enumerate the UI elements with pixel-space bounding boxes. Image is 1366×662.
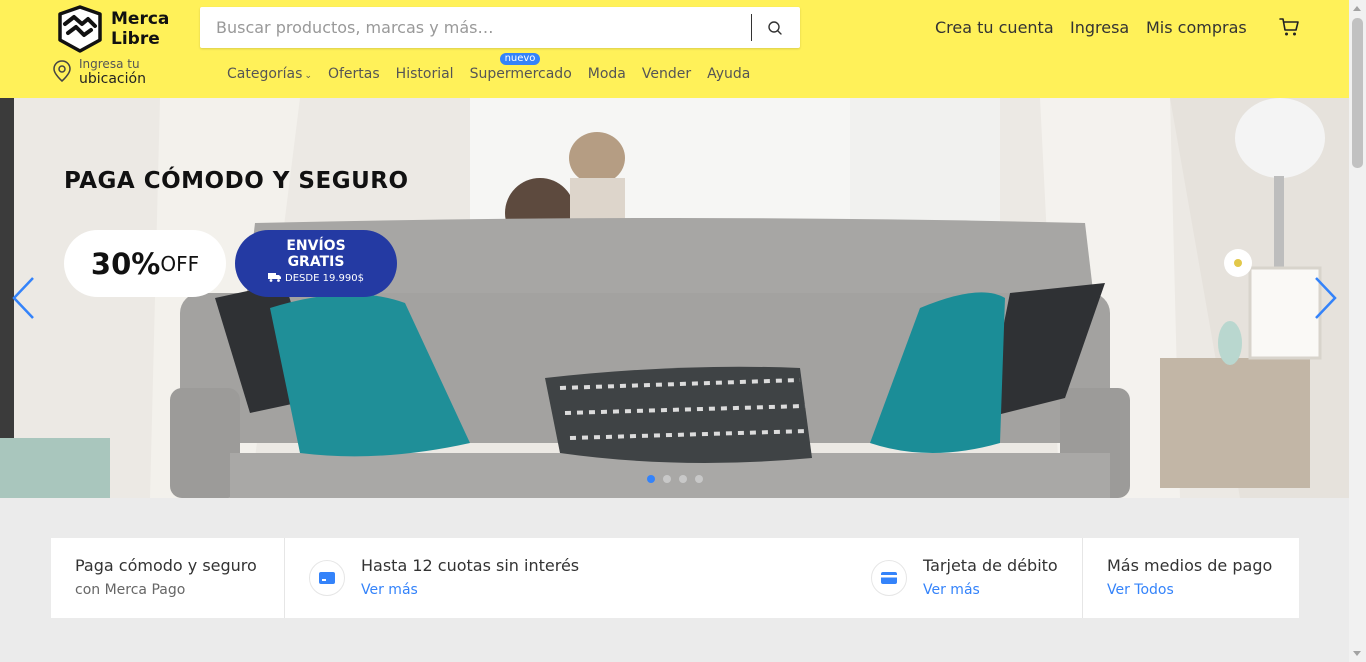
search-bar — [200, 7, 800, 48]
payment-col-more[interactable]: Más medios de pago Ver Todos — [1083, 538, 1299, 618]
chevron-left-icon — [12, 277, 34, 319]
nav-ofertas[interactable]: Ofertas — [328, 66, 380, 82]
search-button[interactable] — [760, 17, 790, 39]
chevron-right-icon — [1315, 277, 1337, 319]
debit-card-icon-wrap — [871, 560, 907, 596]
discount-label: OFF — [160, 251, 200, 276]
search-divider — [751, 14, 752, 41]
envios-sub-text: DESDE 19.990$ — [285, 273, 364, 284]
envios-sub: DESDE 19.990$ — [235, 272, 397, 286]
credit-card-icon-wrap — [309, 560, 345, 596]
location-pin-icon — [53, 60, 71, 82]
nav-moda[interactable]: Moda — [588, 66, 626, 82]
new-badge: nuevo — [499, 53, 541, 65]
carousel-next-button[interactable] — [1310, 275, 1340, 321]
logo-line2: Libre — [111, 29, 160, 49]
debit-card-icon — [881, 572, 897, 584]
payment-title-3: Tarjeta de débito — [923, 556, 1058, 575]
payment-col-merca-pago: Paga cómodo y seguro con Merca Pago — [51, 538, 285, 618]
nav-supermercado[interactable]: Supermercado nuevo — [469, 53, 572, 82]
credit-card-icon — [319, 572, 335, 584]
hero-title: PAGA CÓMODO Y SEGURO — [64, 168, 409, 194]
nav-ayuda[interactable]: Ayuda — [707, 66, 750, 82]
create-account-link[interactable]: Crea tu cuenta — [935, 18, 1054, 37]
payment-title-2: Hasta 12 cuotas sin interés — [361, 556, 580, 575]
discount-value: 30% — [90, 246, 161, 281]
carousel-dots — [647, 475, 711, 483]
truck-icon — [268, 273, 282, 282]
cart-icon[interactable] — [1278, 16, 1300, 38]
main-nav: Categorías ⌄ Ofertas Historial Supermerca… — [227, 53, 766, 82]
scroll-down-arrow-icon[interactable] — [1353, 651, 1361, 656]
location-label: ubicación — [79, 71, 146, 87]
scroll-up-arrow-icon[interactable] — [1353, 6, 1361, 11]
scroll-thumb[interactable] — [1352, 18, 1363, 168]
chevron-down-icon: ⌄ — [304, 71, 312, 81]
hero-sofa-image — [0, 98, 1349, 498]
envios-line1: ENVÍOS — [286, 238, 346, 254]
login-link[interactable]: Ingresa — [1070, 18, 1129, 37]
search-icon — [768, 21, 782, 35]
free-shipping-pill: ENVÍOS GRATIS DESDE 19.990$ — [235, 230, 397, 297]
nav-supermercado-label: Supermercado — [469, 66, 572, 82]
carousel-dot-1[interactable] — [647, 475, 655, 483]
nav-historial[interactable]: Historial — [396, 66, 454, 82]
location-selector[interactable]: Ingresa tu ubicación — [52, 57, 146, 87]
logo-line1: Merca — [111, 9, 170, 29]
location-hint: Ingresa tu — [79, 57, 140, 71]
payment-col-cuotas[interactable]: Hasta 12 cuotas sin interés Ver más Tarj… — [285, 538, 1083, 618]
hero-banner[interactable]: PAGA CÓMODO Y SEGURO 30% OFF ENVÍOS GRATI… — [0, 98, 1349, 498]
carousel-dot-4[interactable] — [695, 475, 703, 483]
envios-line2: GRATIS — [287, 254, 345, 270]
payment-sub-1: con Merca Pago — [75, 582, 186, 598]
carousel-dot-3[interactable] — [679, 475, 687, 483]
carousel-prev-button[interactable] — [9, 275, 39, 321]
carousel-dot-2[interactable] — [663, 475, 671, 483]
my-purchases-link[interactable]: Mis compras — [1146, 18, 1247, 37]
nav-vender[interactable]: Vender — [642, 66, 691, 82]
payment-card: Paga cómodo y seguro con Merca Pago Hast… — [51, 538, 1299, 618]
handshake-logo-icon — [58, 5, 102, 53]
payment-link-2[interactable]: Ver más — [361, 582, 418, 598]
nav-categorias-label: Categorías — [227, 66, 303, 82]
payment-link-4[interactable]: Ver Todos — [1107, 582, 1174, 598]
payment-title-4: Más medios de pago — [1107, 556, 1273, 575]
header: Merca Libre Ingresa tu ubicación Categor… — [0, 0, 1349, 98]
payment-link-3[interactable]: Ver más — [923, 582, 980, 598]
logo-text: Merca Libre — [111, 9, 169, 49]
page-scrollbar[interactable] — [1349, 0, 1366, 662]
nav-categorias[interactable]: Categorías ⌄ — [227, 66, 312, 82]
payment-title-1: Paga cómodo y seguro — [75, 556, 257, 575]
search-input[interactable] — [200, 7, 752, 48]
logo[interactable]: Merca Libre — [54, 4, 169, 54]
payment-section: Paga cómodo y seguro con Merca Pago Hast… — [0, 498, 1349, 662]
discount-pill: 30% OFF — [64, 230, 226, 297]
